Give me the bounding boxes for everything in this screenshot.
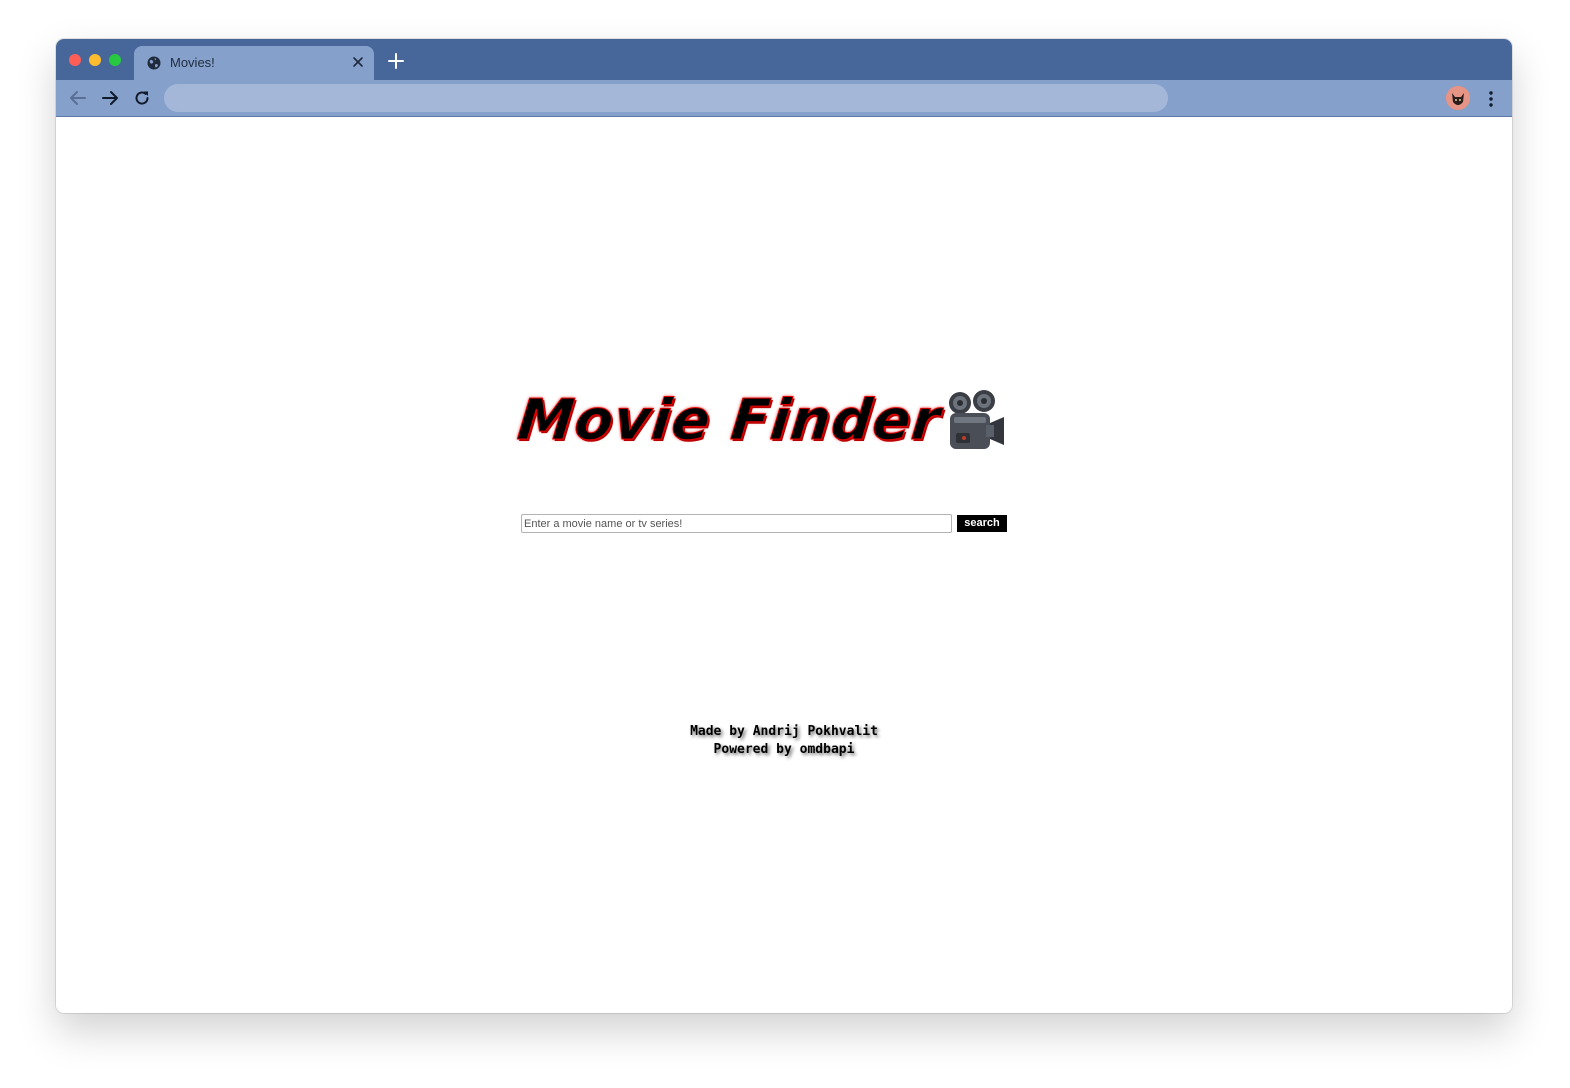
close-window-button[interactable] — [69, 54, 81, 66]
kebab-menu-icon[interactable] — [1486, 89, 1496, 109]
browser-window: Movies! Movie Finder Enter a movie name … — [56, 39, 1512, 1013]
plus-icon[interactable] — [386, 51, 406, 71]
search-input[interactable] — [521, 514, 952, 533]
browser-toolbar — [56, 80, 1512, 117]
reload-icon[interactable] — [132, 88, 152, 108]
movie-camera-icon — [942, 389, 1010, 455]
tab-movies[interactable]: Movies! — [134, 46, 374, 80]
tab-bar: Movies! — [56, 39, 1512, 80]
tab-title: Movies! — [170, 55, 215, 70]
maximize-window-button[interactable] — [109, 54, 121, 66]
minimize-window-button[interactable] — [89, 54, 101, 66]
logo-title: Movie Finder — [514, 388, 944, 454]
search-form: search — [521, 514, 1007, 533]
footer-credit: Made by Andrij Pokhvalit — [690, 724, 878, 739]
logo: Movie Finder — [514, 385, 1014, 457]
arrow-left-icon[interactable] — [68, 88, 88, 108]
search-button[interactable]: search — [957, 515, 1007, 532]
footer-powered-by: Powered by omdbapi — [713, 742, 855, 757]
close-icon[interactable] — [350, 54, 366, 70]
avatar[interactable] — [1446, 86, 1470, 110]
footer: Made by Andrij Pokhvalit Powered by omdb… — [56, 723, 1512, 759]
globe-icon — [146, 55, 162, 71]
page-content: Movie Finder Enter a movie name or tv se… — [56, 117, 1512, 1013]
address-bar[interactable] — [164, 84, 1168, 112]
arrow-right-icon[interactable] — [100, 88, 120, 108]
